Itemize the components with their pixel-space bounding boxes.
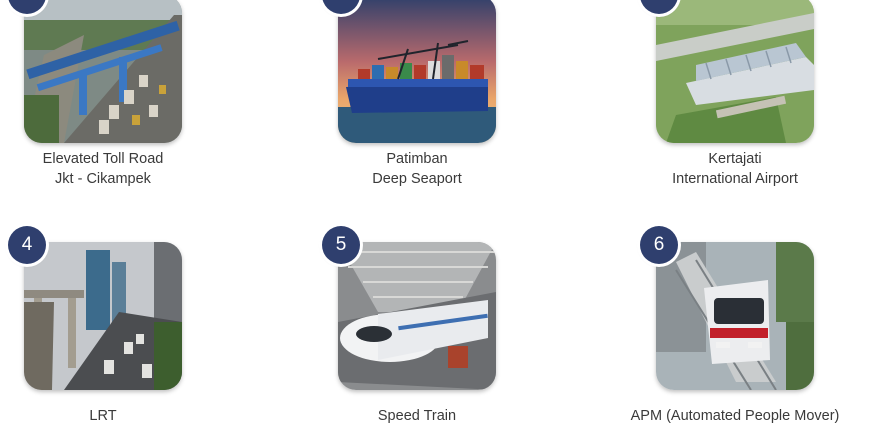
project-1-title: Elevated Toll Road xyxy=(42,151,164,167)
project-6-number-badge: 6 xyxy=(640,226,678,264)
project-4-number-badge: 4 xyxy=(8,226,46,264)
project-2-title: Patimban xyxy=(386,151,448,167)
project-1-image[interactable] xyxy=(24,0,182,143)
project-6-title: APM (Automated People Mover) xyxy=(630,408,840,424)
project-4-image[interactable] xyxy=(24,242,182,390)
project-2-subtitle: Deep Seaport xyxy=(372,171,462,187)
project-1-subtitle: Jkt - Cikampek xyxy=(55,171,151,187)
project-1-caption: Elevated Toll Road Jkt - Cikampek xyxy=(0,149,213,189)
project-6-caption: APM (Automated People Mover) xyxy=(625,406,845,426)
project-6-image[interactable] xyxy=(656,242,814,390)
project-4-caption: LRT xyxy=(0,406,213,426)
project-2-caption: Patimban Deep Seaport xyxy=(307,149,527,189)
project-3-caption: Kertajati International Airport xyxy=(625,149,845,189)
project-4-title: LRT xyxy=(89,408,117,424)
project-5-caption: Speed Train xyxy=(307,406,527,426)
project-5-title: Speed Train xyxy=(377,408,457,424)
project-3-subtitle: International Airport xyxy=(672,171,798,187)
project-3-title: Kertajati xyxy=(708,151,762,167)
project-3-image[interactable] xyxy=(656,0,814,143)
project-5-image[interactable] xyxy=(338,242,496,390)
project-2-image[interactable] xyxy=(338,0,496,143)
project-5-number-badge: 5 xyxy=(322,226,360,264)
